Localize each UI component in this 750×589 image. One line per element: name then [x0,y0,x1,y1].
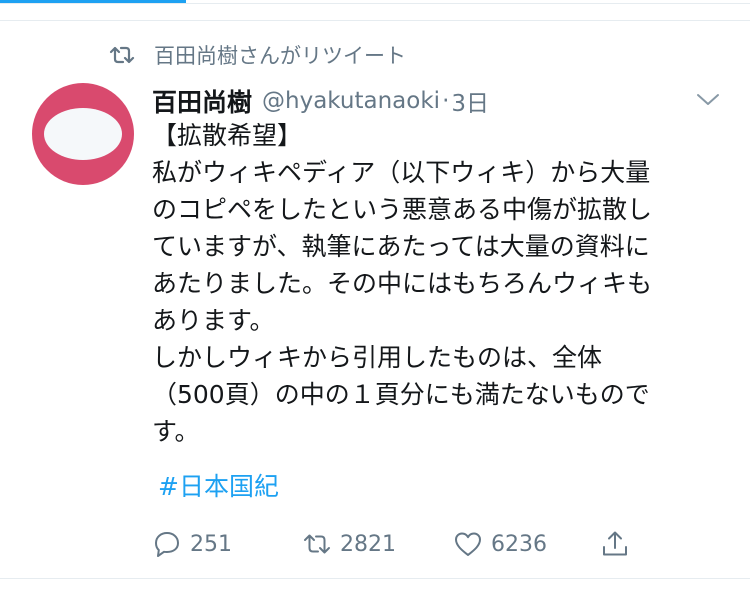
tweet-text-line: あたりました。その中にはもちろんウィキも [152,269,653,298]
tweet-text-line: あります。 [152,306,275,335]
tweet-text: 【拡散希望】 私がウィキペディア（以下ウィキ）から大量 のコピペをしたという悪意… [152,117,732,450]
header-separator: · [442,88,450,114]
retweet-icon [304,534,330,554]
share-button[interactable] [600,522,630,566]
reply-icon [155,532,179,557]
tweet-text-line: のコピペをしたという悪意ある中傷が拡散し [152,195,653,224]
tweet-text-line: す。 [152,417,200,446]
avatar-egg-shape [44,108,122,160]
hashtag-link[interactable]: #日本国紀 [158,468,279,505]
retweet-button[interactable]: 2821 [302,522,396,566]
retweet-icon [109,46,135,64]
like-count: 6236 [491,531,547,557]
top-tab-indicator [0,0,750,4]
avatar[interactable] [32,83,134,185]
like-button[interactable]: 6236 [453,522,547,566]
reply-button[interactable]: 251 [152,522,232,566]
heart-icon [455,532,481,556]
tweet-text-line: しかしウィキから引用したものは、全体 [152,343,603,372]
tweet-text-line: （500頁）の中の１頁分にも満たないもので [152,380,650,409]
tweet-actions: 251 2821 6236 [0,522,750,566]
retweet-context: 百田尚樹さんがリツイート [108,40,406,70]
author-handle[interactable]: @hyakutanaoki [262,88,440,114]
tweet-header: 百田尚樹 @hyakutanaoki · 3日 [152,84,489,118]
tweet-bottom-divider [0,578,750,579]
retweet-context-text[interactable]: 百田尚樹さんがリツイート [154,40,406,70]
share-icon [603,531,627,556]
top-divider [0,3,750,4]
tweet-text-line: 【拡散希望】 [152,121,303,150]
tweet-text-line: ていますが、執筆にあたっては大量の資料に [152,232,650,261]
section-divider [0,20,750,21]
reply-count: 251 [190,531,232,557]
tweet-text-line: 私がウィキペディア（以下ウィキ）から大量 [152,158,651,187]
chevron-down-icon[interactable] [695,89,721,109]
author-name[interactable]: 百田尚樹 [152,83,252,119]
retweet-count: 2821 [340,531,396,557]
tweet-timestamp[interactable]: 3日 [451,84,489,118]
